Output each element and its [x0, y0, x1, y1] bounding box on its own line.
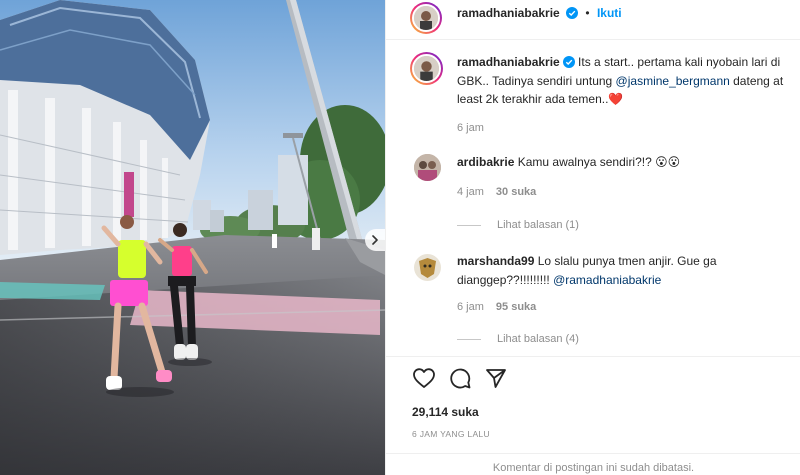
post-time[interactable]: 6 JAM YANG LALU: [412, 429, 490, 439]
comment-2-mention[interactable]: @ramadhaniabakrie: [553, 273, 661, 287]
comment-1-body: Kamu awalnya sendiri?!?: [514, 155, 656, 169]
post-photo: [0, 0, 385, 475]
comment-1-time[interactable]: 4 jam: [457, 186, 484, 198]
caption-mention[interactable]: @jasmine_bergmann: [616, 74, 730, 88]
comment-1-likes[interactable]: 30 suka: [496, 186, 536, 198]
replies-line: [457, 338, 481, 340]
caption-meta: 6 jam: [457, 122, 484, 134]
chevron-right-icon: [372, 235, 378, 245]
caption-avatar[interactable]: [410, 52, 443, 85]
follow-button[interactable]: Ikuti: [597, 6, 622, 20]
post-sidebar: ramadhaniabakrie • Ikuti ramadhaniabakri…: [385, 0, 800, 475]
caption-text: ramadhaniabakrie Its a start.. pertama k…: [457, 53, 797, 109]
comment-icon[interactable]: [449, 367, 471, 389]
comment-2-username[interactable]: marshanda99: [457, 254, 534, 268]
heart-icon[interactable]: [412, 367, 436, 389]
author-avatar[interactable]: [410, 2, 442, 34]
verified-badge-icon: [566, 7, 579, 19]
comment-2-text: marshanda99 Lo slalu punya tmen anjir. G…: [457, 252, 797, 289]
comment-2-view-replies[interactable]: Lihat balasan (4): [457, 333, 579, 345]
comment-2-replies-label: Lihat balasan (4): [497, 333, 579, 345]
header-line: ramadhaniabakrie • Ikuti: [457, 6, 622, 20]
heart-emoji: ❤️: [608, 92, 624, 106]
separator-dot: •: [585, 6, 590, 20]
comment-1-view-replies[interactable]: Lihat balasan (1): [457, 219, 579, 231]
comment-2-likes[interactable]: 95 suka: [496, 301, 536, 313]
comment-avatar-1[interactable]: [414, 154, 441, 181]
caption-time[interactable]: 6 jam: [457, 122, 484, 134]
replies-line: [457, 224, 481, 226]
comment-1-meta: 4 jam 30 suka: [457, 186, 536, 198]
post-header: ramadhaniabakrie • Ikuti: [386, 0, 800, 40]
comment-1-replies-label: Lihat balasan (1): [497, 219, 579, 231]
next-photo-button[interactable]: [365, 229, 385, 251]
likes-count[interactable]: 29,114 suka: [412, 405, 479, 419]
comments-limited-notice: Komentar di postingan ini sudah dibatasi…: [386, 453, 800, 475]
comment-avatar-2[interactable]: [414, 254, 441, 281]
comment-1-text: ardibakrie Kamu awalnya sendiri?!? 😮😮: [457, 153, 797, 172]
share-icon[interactable]: [485, 367, 507, 389]
comment-1-username[interactable]: ardibakrie: [457, 155, 514, 169]
author-username[interactable]: ramadhaniabakrie: [457, 6, 560, 20]
post-actions: 29,114 suka 6 JAM YANG LALU Komentar di …: [386, 356, 800, 475]
comment-2-meta: 6 jam 95 suka: [457, 301, 536, 313]
verified-badge-icon: [562, 56, 575, 68]
comment-2-time[interactable]: 6 jam: [457, 301, 484, 313]
comment-1-emoji: 😮😮: [655, 155, 681, 169]
caption-username[interactable]: ramadhaniabakrie: [457, 55, 560, 69]
